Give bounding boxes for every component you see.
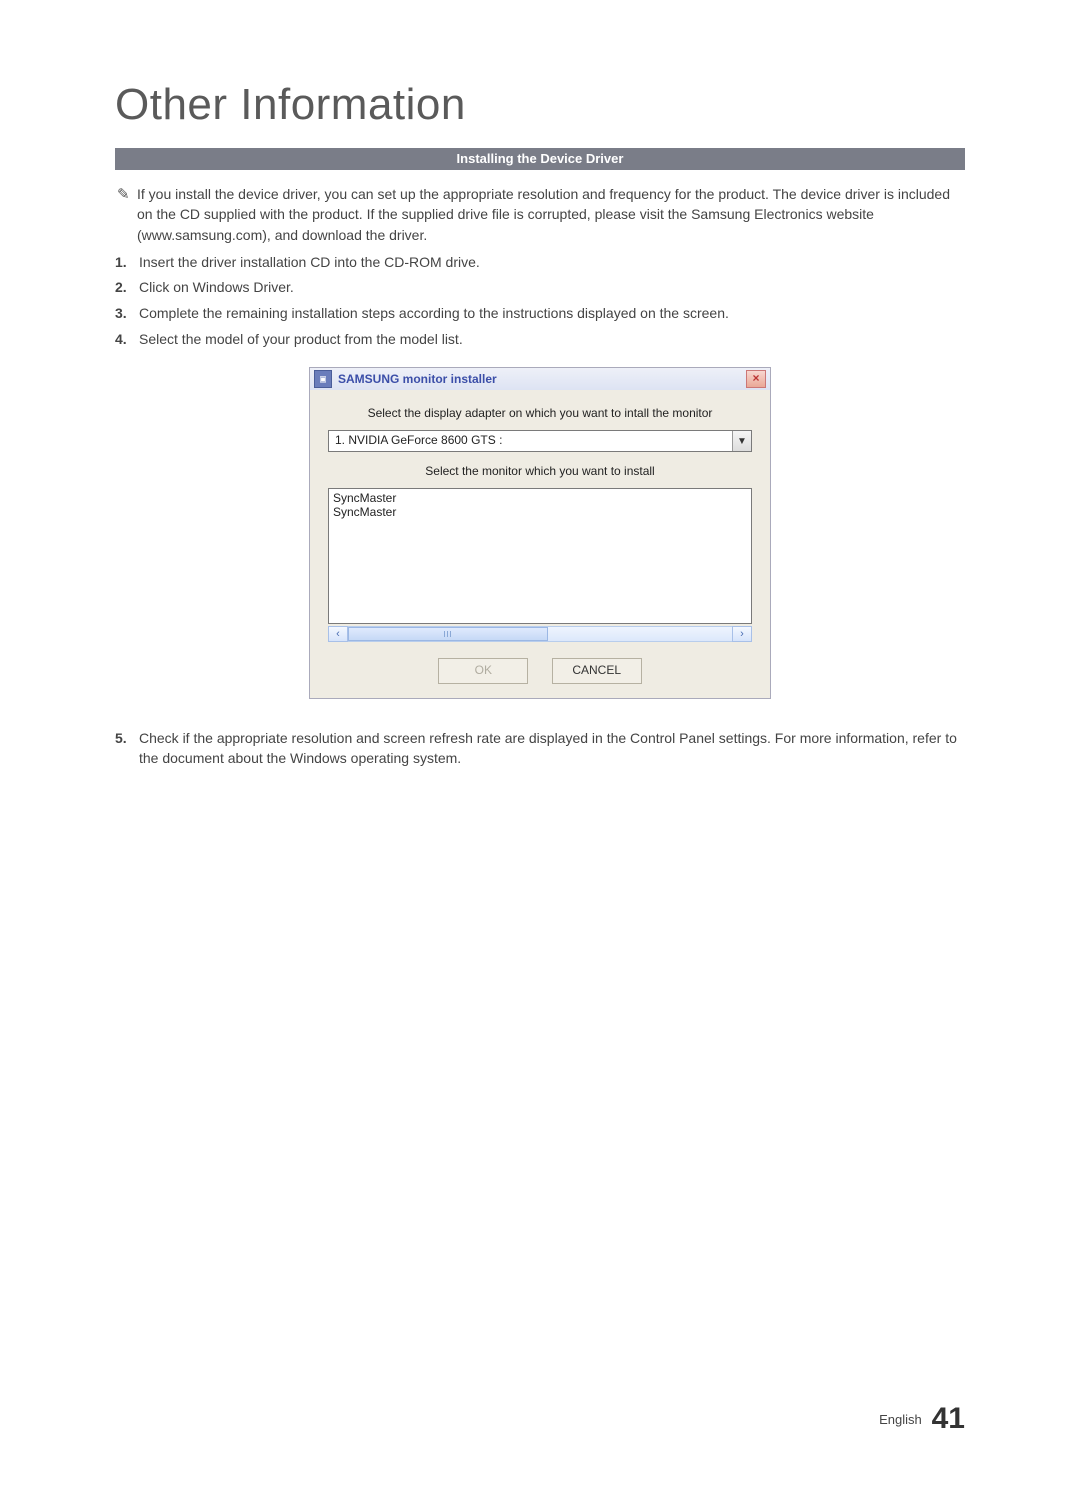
- section-heading-bar: Installing the Device Driver: [115, 148, 965, 170]
- step-text: Check if the appropriate resolution and …: [139, 729, 965, 768]
- step-number: 1.: [115, 253, 139, 273]
- list-item[interactable]: SyncMaster: [333, 491, 747, 505]
- list-item[interactable]: SyncMaster: [333, 505, 747, 519]
- step-text: Insert the driver installation CD into t…: [139, 253, 965, 273]
- steps-list: 1. Insert the driver installation CD int…: [115, 253, 965, 349]
- adapter-dropdown[interactable]: 1. NVIDIA GeForce 8600 GTS : ▼: [328, 430, 752, 452]
- step-number: 2.: [115, 278, 139, 298]
- adapter-label: Select the display adapter on which you …: [328, 406, 752, 420]
- cancel-button[interactable]: CANCEL: [552, 658, 642, 684]
- footer-language: English: [879, 1412, 922, 1427]
- monitor-listbox[interactable]: SyncMaster SyncMaster: [328, 488, 752, 624]
- list-item: 3. Complete the remaining installation s…: [115, 304, 965, 324]
- step-number: 5.: [115, 729, 139, 768]
- step-text: Select the model of your product from th…: [139, 330, 965, 350]
- scroll-track[interactable]: [348, 626, 732, 642]
- step-text: Click on Windows Driver.: [139, 278, 965, 298]
- steps-list-cont: 5. Check if the appropriate resolution a…: [115, 729, 965, 768]
- note-icon: ✎: [117, 184, 137, 206]
- scroll-left-icon[interactable]: ‹: [328, 626, 348, 642]
- scroll-thumb[interactable]: [348, 627, 548, 641]
- step-text: Complete the remaining installation step…: [139, 304, 965, 324]
- horizontal-scrollbar[interactable]: ‹ ›: [328, 626, 752, 642]
- page-title: Other Information: [115, 80, 965, 130]
- list-item: 5. Check if the appropriate resolution a…: [115, 729, 965, 768]
- list-item: 4. Select the model of your product from…: [115, 330, 965, 350]
- dialog-title: SAMSUNG monitor installer: [338, 372, 497, 386]
- chevron-down-icon[interactable]: ▼: [732, 431, 751, 451]
- installer-dialog: ▣ SAMSUNG monitor installer × Select the…: [309, 367, 771, 699]
- step-number: 4.: [115, 330, 139, 350]
- scroll-right-icon[interactable]: ›: [732, 626, 752, 642]
- monitor-label: Select the monitor which you want to ins…: [328, 464, 752, 478]
- ok-button[interactable]: OK: [438, 658, 528, 684]
- app-icon: ▣: [314, 370, 332, 388]
- step-number: 3.: [115, 304, 139, 324]
- footer-page-number: 41: [932, 1402, 965, 1435]
- page-footer: English 41: [879, 1402, 965, 1436]
- close-icon[interactable]: ×: [746, 370, 766, 388]
- note-text: If you install the device driver, you ca…: [137, 184, 965, 245]
- note-row: ✎ If you install the device driver, you …: [115, 184, 965, 245]
- dialog-titlebar: ▣ SAMSUNG monitor installer ×: [310, 368, 770, 390]
- list-item: 2. Click on Windows Driver.: [115, 278, 965, 298]
- list-item: 1. Insert the driver installation CD int…: [115, 253, 965, 273]
- adapter-dropdown-value: 1. NVIDIA GeForce 8600 GTS :: [329, 431, 732, 451]
